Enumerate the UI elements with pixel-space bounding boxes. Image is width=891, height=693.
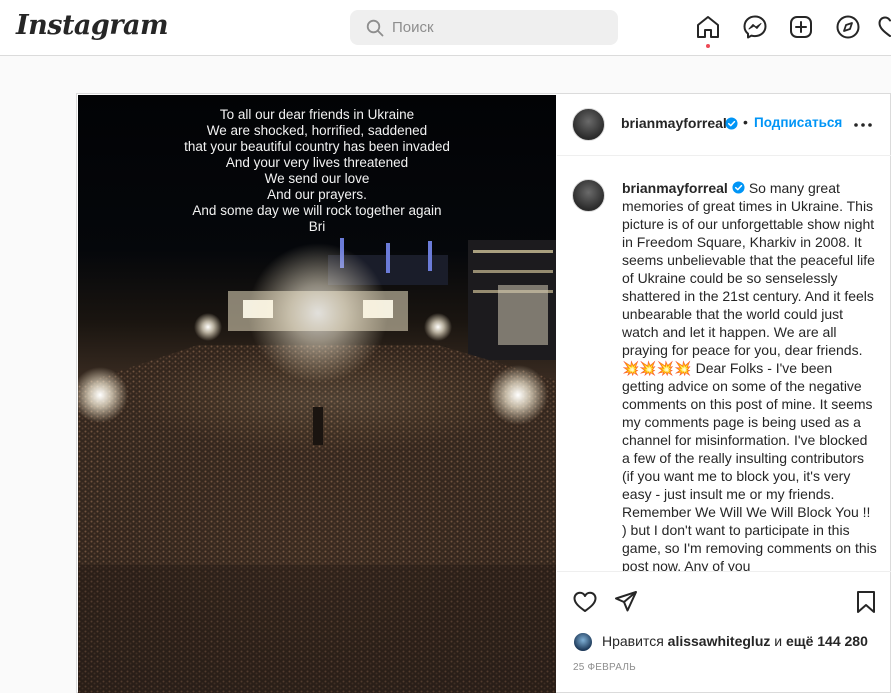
home-icon[interactable] xyxy=(695,14,721,40)
post-date[interactable]: 25 ФЕВРАЛЬ xyxy=(573,662,636,673)
post-actions xyxy=(557,574,891,624)
likes-middle: и xyxy=(774,633,783,649)
post-header: brianmayforreal • Подписаться xyxy=(557,94,891,156)
top-navigation-bar: Instagram xyxy=(0,0,891,56)
post-sidebar: brianmayforreal • Подписаться brianmayfo… xyxy=(557,94,891,693)
caption-author-username[interactable]: brianmayforreal xyxy=(622,180,728,196)
caption-scroll-area[interactable]: brianmayforreal So many great memories o… xyxy=(557,157,891,572)
verified-badge-icon xyxy=(725,117,738,130)
like-heart-icon[interactable] xyxy=(572,589,598,615)
photo-text-line: And your very lives threatened xyxy=(225,155,409,170)
photo-overlay-text: To all our dear friends in Ukraine We ar… xyxy=(78,107,556,235)
more-options-icon[interactable] xyxy=(853,122,873,128)
explore-icon[interactable] xyxy=(835,14,861,40)
author-avatar[interactable] xyxy=(572,108,605,141)
activity-heart-icon[interactable] xyxy=(877,14,891,40)
caption-text: brianmayforreal So many great memories o… xyxy=(622,179,877,572)
caption-body: So many great memories of great times in… xyxy=(622,180,877,572)
likes-prefix: Нравится xyxy=(602,633,664,649)
share-paper-plane-icon[interactable] xyxy=(613,589,639,615)
search-input[interactable] xyxy=(392,10,602,45)
caption-author-avatar[interactable] xyxy=(572,179,605,212)
photo-text-line: We are shocked, horrified, saddened xyxy=(206,123,428,138)
search-icon xyxy=(366,19,384,37)
caption-verified-badge-icon xyxy=(732,181,745,194)
post-photo[interactable]: To all our dear friends in Ukraine We ar… xyxy=(78,95,556,693)
liker-avatar[interactable] xyxy=(573,632,593,652)
photo-text-line: And our prayers. xyxy=(267,187,367,202)
photo-text-line: And some day we will rock together again xyxy=(192,203,442,218)
messenger-icon[interactable] xyxy=(742,14,768,40)
new-post-icon[interactable] xyxy=(788,14,814,40)
likes-count[interactable]: ещё 144 280 xyxy=(786,633,868,649)
separator-dot: • xyxy=(743,114,748,130)
photo-text-line: We send our love xyxy=(264,171,370,186)
photo-text-line: To all our dear friends in Ukraine xyxy=(219,107,415,122)
likes-text: Нравится alissawhitegluz и ещё 144 280 xyxy=(602,633,868,649)
liker-username[interactable]: alissawhitegluz xyxy=(668,633,771,649)
notification-dot xyxy=(706,44,710,48)
search-box[interactable] xyxy=(350,10,618,45)
save-bookmark-icon[interactable] xyxy=(853,589,879,615)
post-card: To all our dear friends in Ukraine We ar… xyxy=(76,93,891,693)
follow-button[interactable]: Подписаться xyxy=(754,115,842,130)
author-username[interactable]: brianmayforreal xyxy=(621,115,727,131)
instagram-logo[interactable]: Instagram xyxy=(16,10,169,41)
photo-text-line: that your beautiful country has been inv… xyxy=(184,139,450,154)
photo-text-line: Bri xyxy=(308,219,326,234)
